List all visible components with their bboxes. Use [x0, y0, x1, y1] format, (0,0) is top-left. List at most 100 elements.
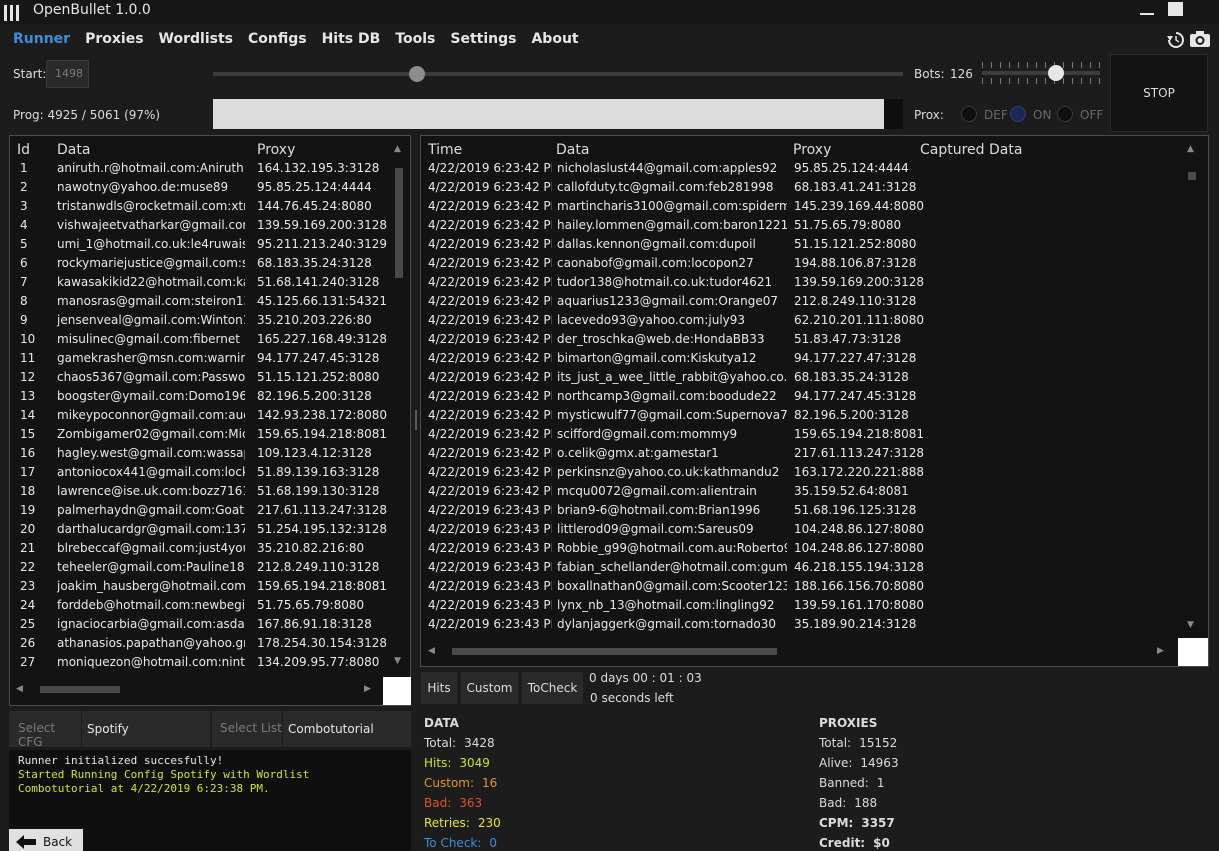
table-row[interactable]: 21 blrebeccaf@gmail.com:just4you042 35.210…: [10, 540, 390, 559]
splitter-handle[interactable]: [415, 410, 417, 430]
scroll-left-icon[interactable]: ◀: [428, 646, 435, 656]
table-row[interactable]: 26 athanasios.papathan@yahoo.gr:052 178.25…: [10, 635, 390, 654]
scroll-left-icon[interactable]: ◀: [16, 684, 23, 694]
table-row[interactable]: 4/22/2019 6:23:43 PM boxallnathan0@gmail.…: [421, 578, 1181, 597]
table-row[interactable]: 4/22/2019 6:23:42 PM caonabof@gmail.com:l…: [421, 255, 1181, 274]
table-row[interactable]: 4/22/2019 6:23:42 PM scifford@gmail.com:m…: [421, 426, 1181, 445]
left-vscroll-thumb[interactable]: [395, 168, 403, 278]
col-header-data[interactable]: Data: [556, 142, 589, 158]
table-row[interactable]: 4/22/2019 6:23:42 PM northcamp3@gmail.com…: [421, 388, 1181, 407]
table-row[interactable]: 4/22/2019 6:23:42 PM aquarius1233@gmail.c…: [421, 293, 1181, 312]
prox-def-radio[interactable]: [961, 106, 977, 122]
right-horizontal-scrollbar[interactable]: ◀ ▶: [421, 638, 1177, 664]
select-cfg-button[interactable]: Select CFG: [9, 711, 82, 749]
start-slider-thumb[interactable]: [409, 66, 426, 82]
left-horizontal-scrollbar[interactable]: ◀ ▶: [10, 676, 382, 704]
col-header-captured-data[interactable]: Captured Data: [920, 142, 1022, 158]
col-header-proxy[interactable]: Proxy: [793, 142, 831, 158]
start-slider-track[interactable]: [213, 72, 903, 76]
nav-settings[interactable]: Settings: [450, 31, 516, 49]
nav-tools[interactable]: Tools: [395, 31, 435, 49]
table-row[interactable]: 12 chaos5367@gmail.com:Password52 51.15.12…: [10, 369, 390, 388]
table-row[interactable]: 4/22/2019 6:23:42 PM perkinsnz@yahoo.co.u…: [421, 464, 1181, 483]
left-hscroll-thumb[interactable]: [40, 686, 120, 693]
right-vertical-scrollbar[interactable]: ▲ ▼: [1184, 144, 1200, 632]
bots-slider[interactable]: [982, 62, 1100, 84]
table-row[interactable]: 7 kawasakikid22@hotmail.com:kawas 51.68.14…: [10, 274, 390, 293]
tab-hits[interactable]: Hits: [420, 671, 458, 705]
table-row[interactable]: 27 moniquezon@hotmail.com:nintend 134.209.…: [10, 654, 390, 672]
table-row[interactable]: 4/22/2019 6:23:42 PM mcqu0072@gmail.com:a…: [421, 483, 1181, 502]
table-row[interactable]: 14 mikeypoconnor@gmail.com:august 142.93.2…: [10, 407, 390, 426]
table-row[interactable]: 4/22/2019 6:23:42 PM nicholaslust44@gmail…: [421, 160, 1181, 179]
table-row[interactable]: 5 umi_1@hotmail.co.uk:le4ruwais 95.211.213…: [10, 236, 390, 255]
tab-custom[interactable]: Custom: [460, 671, 519, 705]
table-row[interactable]: 9 jensenveal@gmail.com:Winton123 35.210.20…: [10, 312, 390, 331]
back-button[interactable]: Back: [9, 829, 83, 851]
table-row[interactable]: 25 ignaciocarbia@gmail.com:asdasd12 167.86…: [10, 616, 390, 635]
table-row[interactable]: 4/22/2019 6:23:42 PM der_troschka@web.de:…: [421, 331, 1181, 350]
table-row[interactable]: 20 darthalucardgr@gmail.com:137901 51.254.…: [10, 521, 390, 540]
minimize-icon[interactable]: [1140, 13, 1154, 15]
col-header-id[interactable]: Id: [17, 142, 30, 158]
stop-button[interactable]: STOP: [1110, 54, 1208, 132]
table-row[interactable]: 19 palmerhaydn@gmail.com:Goatman 217.61.11…: [10, 502, 390, 521]
right-vscroll-thumb[interactable]: [1188, 172, 1196, 180]
left-vertical-scrollbar[interactable]: ▲ ▼: [391, 144, 407, 670]
nav-about[interactable]: About: [531, 31, 578, 49]
table-row[interactable]: 8 manosras@gmail.com:steiron13 45.125.66.1…: [10, 293, 390, 312]
table-row[interactable]: 4/22/2019 6:23:42 PM lacevedo93@yahoo.com…: [421, 312, 1181, 331]
table-row[interactable]: 4/22/2019 6:23:43 PM littlerod09@gmail.co…: [421, 521, 1181, 540]
table-row[interactable]: 11 gamekrasher@msn.com:warning 94.177.247.…: [10, 350, 390, 369]
table-row[interactable]: 4/22/2019 6:23:43 PM dylanjaggerk@gmail.c…: [421, 616, 1181, 635]
table-row[interactable]: 3 tristanwdls@rocketmail.com:xtns9o 144.76…: [10, 198, 390, 217]
table-row[interactable]: 4 vishwajeetvatharkar@gmail.com:98 139.59.…: [10, 217, 390, 236]
nav-runner[interactable]: Runner: [13, 31, 70, 49]
table-row[interactable]: 2 nawotny@yahoo.de:muse89 95.85.25.124:444…: [10, 179, 390, 198]
table-row[interactable]: 16 hagley.west@gmail.com:wassap 109.123.4.…: [10, 445, 390, 464]
table-row[interactable]: 13 boogster@ymail.com:Domo196907 82.196.5.…: [10, 388, 390, 407]
table-row[interactable]: 4/22/2019 6:23:43 PM brian9-6@hotmail.com…: [421, 502, 1181, 521]
table-row[interactable]: 4/22/2019 6:23:42 PM tudor138@hotmail.co.…: [421, 274, 1181, 293]
scroll-down-icon[interactable]: ▼: [394, 656, 401, 666]
table-row[interactable]: 23 joakim_hausberg@hotmail.com:hau 159.65.…: [10, 578, 390, 597]
prox-on-radio[interactable]: [1010, 106, 1026, 122]
table-row[interactable]: 4/22/2019 6:23:43 PM fabian_schellander@h…: [421, 559, 1181, 578]
col-header-data[interactable]: Data: [57, 142, 90, 158]
scroll-down-icon[interactable]: ▼: [1187, 620, 1194, 630]
col-header-proxy[interactable]: Proxy: [257, 142, 295, 158]
nav-configs[interactable]: Configs: [248, 31, 307, 49]
select-list-button[interactable]: Select List: [212, 711, 283, 747]
scroll-right-icon[interactable]: ▶: [364, 684, 371, 694]
nav-hits-db[interactable]: Hits DB: [322, 31, 381, 49]
table-row[interactable]: 10 misulinec@gmail.com:fibernet 165.227.16…: [10, 331, 390, 350]
table-row[interactable]: 4/22/2019 6:23:43 PM lynx_nb_13@hotmail.c…: [421, 597, 1181, 616]
table-row[interactable]: 22 teheeler@gmail.com:Pauline18 212.8.249.…: [10, 559, 390, 578]
nav-wordlists[interactable]: Wordlists: [159, 31, 233, 49]
table-row[interactable]: 1 aniruth.r@hotmail.com:Aniruth1675 164.13…: [10, 160, 390, 179]
table-row[interactable]: 6 rockymariejustice@gmail.com:shep 68.183.…: [10, 255, 390, 274]
tab-tocheck[interactable]: ToCheck: [521, 671, 584, 705]
table-row[interactable]: 4/22/2019 6:23:42 PM o.celik@gmx.at:games…: [421, 445, 1181, 464]
prox-off-radio[interactable]: [1057, 106, 1073, 122]
table-row[interactable]: 4/22/2019 6:23:42 PM martincharis3100@gma…: [421, 198, 1181, 217]
scroll-up-icon[interactable]: ▲: [394, 144, 401, 154]
table-row[interactable]: 4/22/2019 6:23:42 PM hailey.lommen@gmail.…: [421, 217, 1181, 236]
right-hscroll-thumb[interactable]: [452, 648, 777, 655]
nav-proxies[interactable]: Proxies: [85, 31, 143, 49]
scroll-up-icon[interactable]: ▲: [1187, 144, 1194, 154]
table-row[interactable]: 4/22/2019 6:23:43 PM Robbie_g99@hotmail.c…: [421, 540, 1181, 559]
table-row[interactable]: 18 lawrence@ise.uk.com:bozz7161 51.68.199.…: [10, 483, 390, 502]
table-row[interactable]: 4/22/2019 6:23:42 PM its_just_a_wee_littl…: [421, 369, 1181, 388]
table-row[interactable]: 4/22/2019 6:23:42 PM callofduty.tc@gmail.…: [421, 179, 1181, 198]
scroll-right-icon[interactable]: ▶: [1157, 646, 1164, 656]
start-input[interactable]: 1498: [46, 60, 89, 88]
table-row[interactable]: 24 forddeb@hotmail.com:newbeginnir 51.75.6…: [10, 597, 390, 616]
table-row[interactable]: 15 Zombigamer02@gmail.com:Michae 159.65.19…: [10, 426, 390, 445]
maximize-icon[interactable]: [1168, 2, 1183, 16]
table-row[interactable]: 4/22/2019 6:23:42 PM bimarton@gmail.com:K…: [421, 350, 1181, 369]
table-row[interactable]: 4/22/2019 6:23:42 PM dallas.kennon@gmail.…: [421, 236, 1181, 255]
table-row[interactable]: 4/22/2019 6:23:42 PM mysticwulf77@gmail.c…: [421, 407, 1181, 426]
refresh-icon[interactable]: [1165, 30, 1187, 48]
camera-icon[interactable]: [1189, 30, 1211, 48]
